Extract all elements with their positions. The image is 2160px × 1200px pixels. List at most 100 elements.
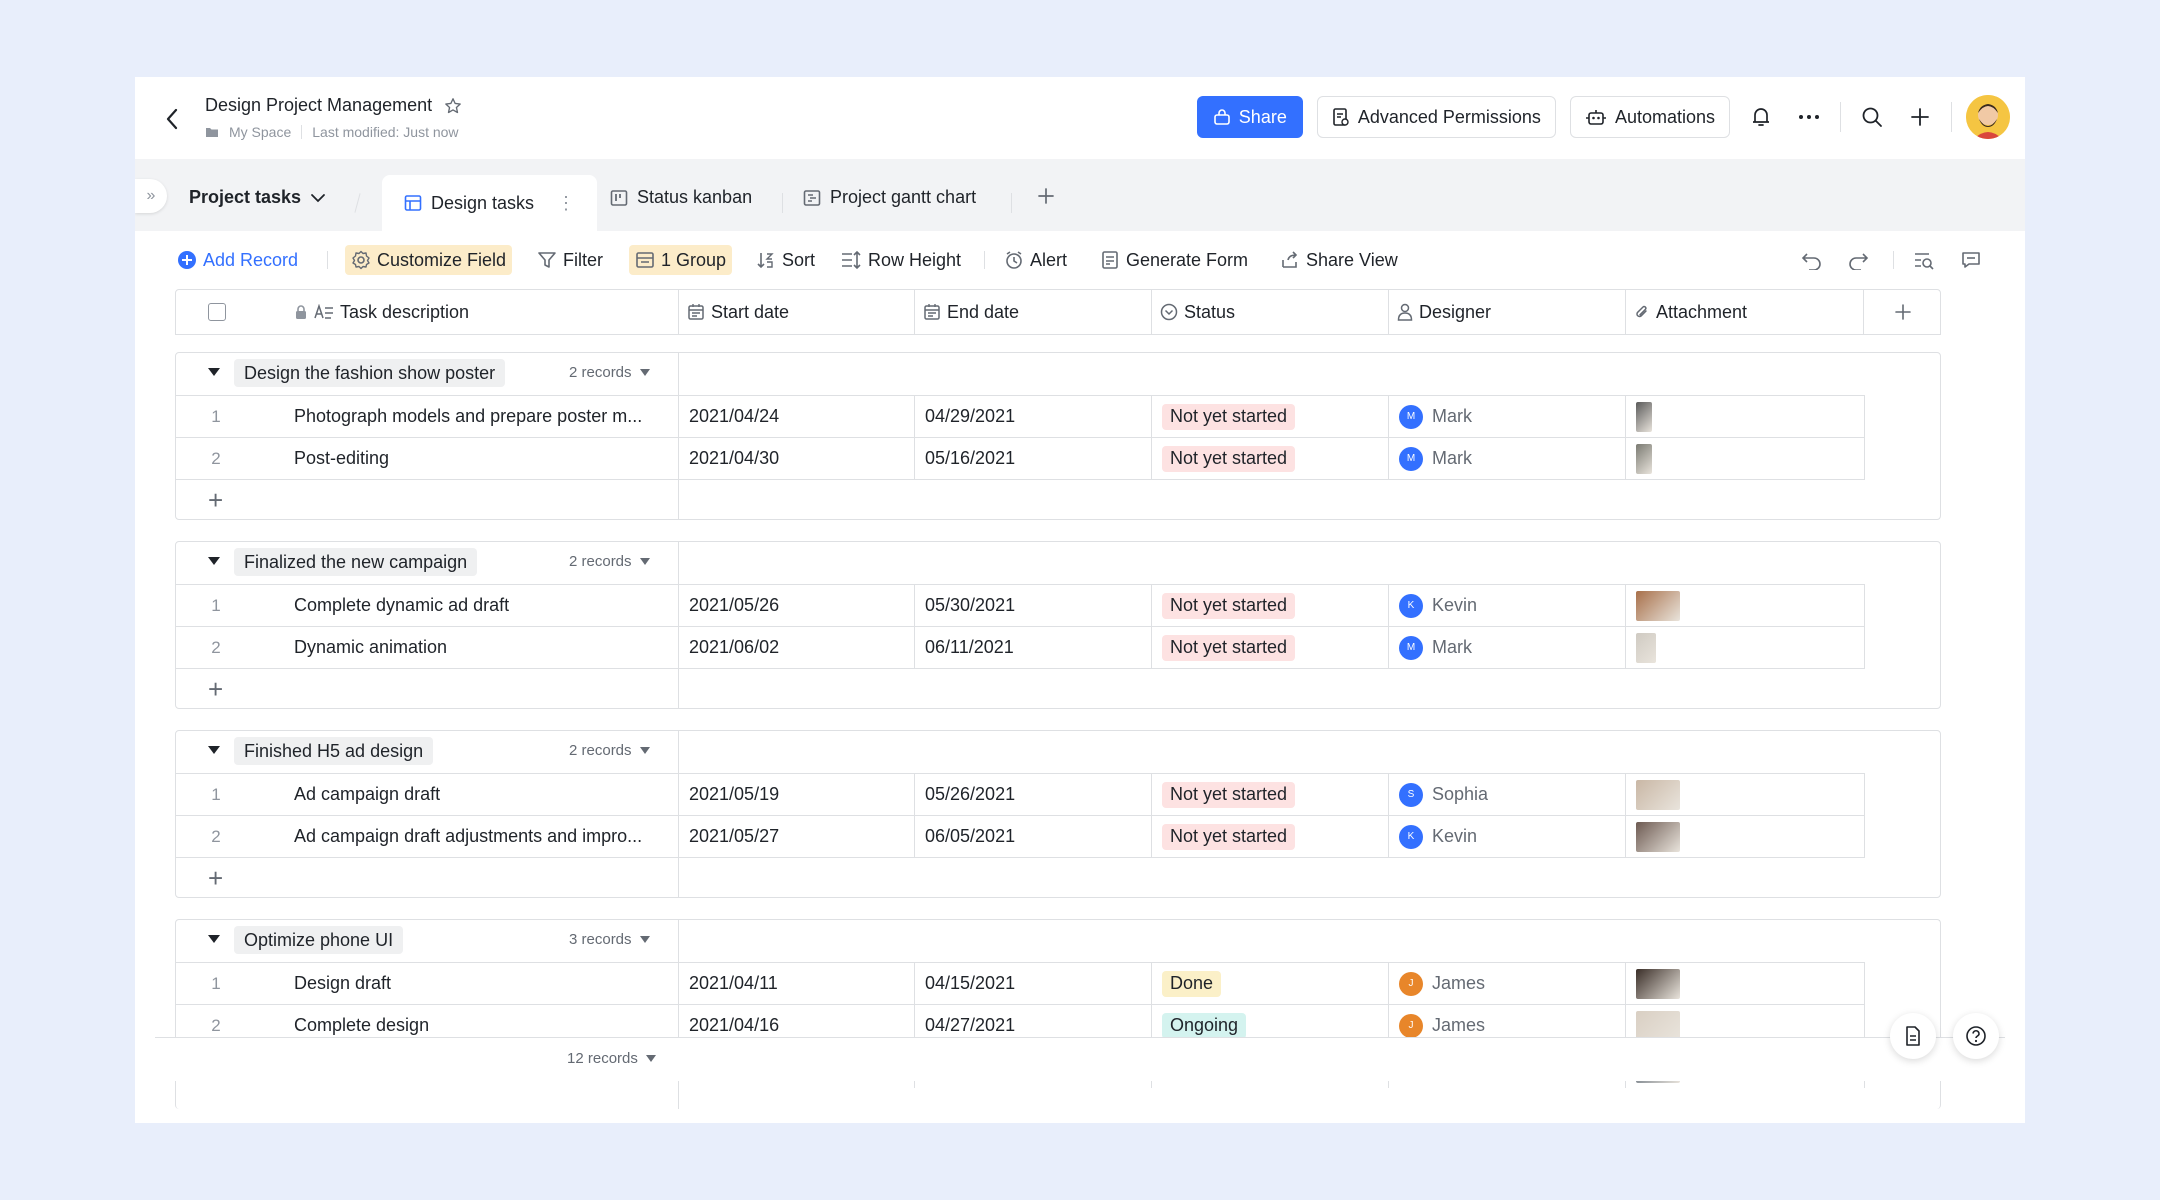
group-record-count[interactable]: 2 records bbox=[569, 364, 650, 381]
task-description-cell[interactable]: Post-editing bbox=[294, 438, 672, 479]
search-button[interactable] bbox=[1855, 100, 1889, 134]
share-view-button[interactable]: Share View bbox=[1276, 245, 1402, 275]
attachment-thumbnail[interactable] bbox=[1636, 779, 1680, 810]
total-records[interactable]: 12 records bbox=[567, 1050, 656, 1067]
column-header-attachment[interactable]: Attachment bbox=[1626, 290, 1864, 334]
status-cell[interactable]: Not yet started bbox=[1152, 816, 1389, 857]
customize-field-button[interactable]: Customize Field bbox=[345, 245, 513, 275]
attachment-cell[interactable] bbox=[1626, 963, 1865, 1004]
end-date-cell[interactable]: 05/30/2021 bbox=[915, 585, 1152, 626]
designer-cell[interactable]: M Mark bbox=[1389, 396, 1626, 437]
star-icon[interactable] bbox=[444, 97, 462, 115]
attachment-thumbnail[interactable] bbox=[1636, 968, 1680, 999]
start-date-cell[interactable]: 2021/05/27 bbox=[679, 816, 915, 857]
collapse-group-icon[interactable] bbox=[208, 746, 220, 754]
status-cell[interactable]: Not yet started bbox=[1152, 396, 1389, 437]
table-switcher[interactable]: Project tasks bbox=[189, 187, 326, 208]
task-description-cell[interactable]: Complete dynamic ad draft bbox=[294, 585, 672, 626]
attachment-cell[interactable] bbox=[1626, 816, 1865, 857]
status-cell[interactable]: Done bbox=[1152, 963, 1389, 1004]
end-date-cell[interactable]: 05/26/2021 bbox=[915, 774, 1152, 815]
task-description-cell[interactable]: Dynamic animation bbox=[294, 627, 672, 668]
status-cell[interactable]: Not yet started bbox=[1152, 627, 1389, 668]
end-date-cell[interactable]: 04/29/2021 bbox=[915, 396, 1152, 437]
row-height-button[interactable]: Row Height bbox=[836, 245, 965, 275]
attachment-cell[interactable] bbox=[1626, 774, 1865, 815]
attachment-thumbnail[interactable] bbox=[1636, 1010, 1680, 1041]
task-description-cell[interactable]: Photograph models and prepare poster m..… bbox=[294, 396, 672, 437]
start-date-cell[interactable]: 2021/04/30 bbox=[679, 438, 915, 479]
status-cell[interactable]: Not yet started bbox=[1152, 585, 1389, 626]
doc-guide-button[interactable] bbox=[1890, 1013, 1936, 1059]
tab-status-kanban[interactable]: Status kanban bbox=[610, 187, 752, 208]
doc-title[interactable]: Design Project Management bbox=[205, 95, 432, 116]
designer-cell[interactable]: M Mark bbox=[1389, 438, 1626, 479]
advanced-permissions-button[interactable]: Advanced Permissions bbox=[1316, 96, 1556, 138]
designer-cell[interactable]: S Sophia bbox=[1389, 774, 1626, 815]
table-row[interactable]: 1 Ad campaign draft 2021/05/19 05/26/202… bbox=[176, 773, 1865, 815]
table-row[interactable]: 1 Design draft 2021/04/11 04/15/2021 Don… bbox=[176, 962, 1865, 1004]
attachment-cell[interactable] bbox=[1626, 585, 1865, 626]
end-date-cell[interactable]: 06/11/2021 bbox=[915, 627, 1152, 668]
group-name[interactable]: Design the fashion show poster bbox=[234, 359, 506, 387]
find-button[interactable] bbox=[1909, 245, 1939, 275]
add-row-button[interactable]: + bbox=[176, 857, 1865, 899]
start-date-cell[interactable]: 2021/05/26 bbox=[679, 585, 915, 626]
undo-button[interactable] bbox=[1797, 245, 1827, 275]
task-description-cell[interactable]: Ad campaign draft adjustments and impro.… bbox=[294, 816, 672, 857]
column-header-designer[interactable]: Designer bbox=[1389, 290, 1626, 334]
task-description-cell[interactable]: Design draft bbox=[294, 963, 672, 1004]
designer-cell[interactable]: K Kevin bbox=[1389, 816, 1626, 857]
add-field-button[interactable] bbox=[1864, 290, 1941, 334]
tab-project-gantt-chart[interactable]: Project gantt chart bbox=[803, 187, 976, 208]
collapse-group-icon[interactable] bbox=[208, 557, 220, 565]
group-record-count[interactable]: 2 records bbox=[569, 553, 650, 570]
attachment-thumbnail[interactable] bbox=[1636, 443, 1652, 474]
sort-button[interactable]: Sort bbox=[752, 245, 819, 275]
column-header-end-date[interactable]: End date bbox=[915, 290, 1152, 334]
help-button[interactable] bbox=[1953, 1013, 1999, 1059]
attachment-thumbnail[interactable] bbox=[1636, 632, 1656, 663]
group-name[interactable]: Finished H5 ad design bbox=[234, 737, 434, 765]
alert-button[interactable]: Alert bbox=[1000, 245, 1071, 275]
group-name[interactable]: Optimize phone UI bbox=[234, 926, 404, 954]
end-date-cell[interactable]: 06/05/2021 bbox=[915, 816, 1152, 857]
table-row[interactable]: 2 Dynamic animation 2021/06/02 06/11/202… bbox=[176, 626, 1865, 668]
add-record-button[interactable]: Add Record bbox=[173, 245, 302, 275]
tab-design-tasks[interactable]: Design tasks ⋮ bbox=[382, 175, 598, 231]
attachment-thumbnail[interactable] bbox=[1636, 401, 1652, 432]
start-date-cell[interactable]: 2021/04/24 bbox=[679, 396, 915, 437]
filter-button[interactable]: Filter bbox=[533, 245, 607, 275]
status-cell[interactable]: Not yet started bbox=[1152, 438, 1389, 479]
collapse-group-icon[interactable] bbox=[208, 935, 220, 943]
group-record-count[interactable]: 3 records bbox=[569, 931, 650, 948]
column-header-status[interactable]: Status bbox=[1152, 290, 1389, 334]
select-all-checkbox[interactable] bbox=[176, 290, 256, 334]
attachment-thumbnail[interactable] bbox=[1636, 590, 1680, 621]
table-row[interactable]: 1 Complete dynamic ad draft 2021/05/26 0… bbox=[176, 584, 1865, 626]
start-date-cell[interactable]: 2021/06/02 bbox=[679, 627, 915, 668]
user-avatar[interactable] bbox=[1966, 95, 2010, 139]
share-button[interactable]: Share bbox=[1196, 96, 1303, 138]
create-button[interactable] bbox=[1903, 100, 1937, 134]
group-name[interactable]: Finalized the new campaign bbox=[234, 548, 478, 576]
add-view-button[interactable] bbox=[1037, 187, 1055, 205]
group-record-count[interactable]: 2 records bbox=[569, 742, 650, 759]
group-button[interactable]: 1 Group bbox=[629, 245, 733, 275]
task-description-cell[interactable]: Ad campaign draft bbox=[294, 774, 672, 815]
end-date-cell[interactable]: 04/15/2021 bbox=[915, 963, 1152, 1004]
start-date-cell[interactable]: 2021/04/11 bbox=[679, 963, 915, 1004]
designer-cell[interactable]: M Mark bbox=[1389, 627, 1626, 668]
automations-button[interactable]: Automations bbox=[1569, 96, 1730, 138]
comments-button[interactable] bbox=[1957, 245, 1985, 275]
start-date-cell[interactable]: 2021/05/19 bbox=[679, 774, 915, 815]
status-cell[interactable]: Not yet started bbox=[1152, 774, 1389, 815]
attachment-cell[interactable] bbox=[1626, 627, 1865, 668]
designer-cell[interactable]: J James bbox=[1389, 963, 1626, 1004]
notifications-button[interactable] bbox=[1744, 100, 1778, 134]
column-header-start-date[interactable]: Start date bbox=[679, 290, 915, 334]
tab-options-icon[interactable]: ⋮ bbox=[557, 193, 575, 214]
redo-button[interactable] bbox=[1843, 245, 1873, 275]
column-header-task[interactable]: Task description bbox=[256, 290, 679, 334]
table-row[interactable]: 2 Ad campaign draft adjustments and impr… bbox=[176, 815, 1865, 857]
